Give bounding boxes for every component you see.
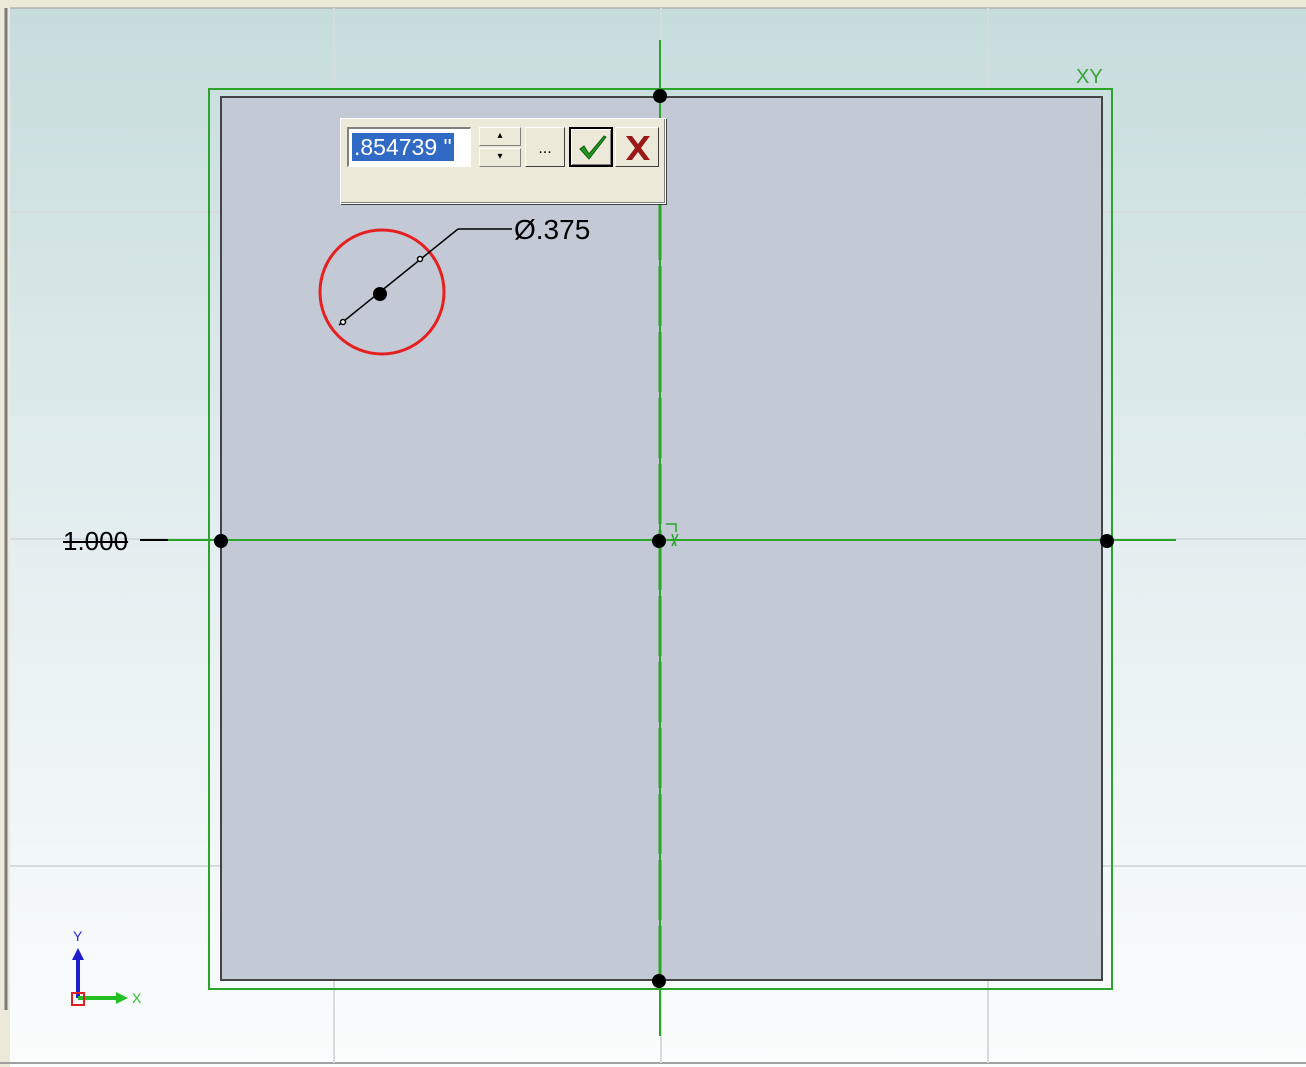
more-options-button[interactable]: ... (525, 127, 565, 167)
horizontal-dimension[interactable]: 1.000 (63, 526, 128, 557)
point-bottom-mid (652, 974, 666, 988)
point-top-mid (653, 89, 667, 103)
point-center (652, 534, 666, 548)
hole-center-point[interactable] (373, 287, 387, 301)
sketch-viewport[interactable]: XY Ø.375 1.000 Y X .854739 " ▴ ▾ ... (0, 0, 1306, 1067)
diameter-dimension[interactable]: Ø.375 (514, 214, 590, 246)
triad-y-label: Y (73, 928, 83, 944)
dimension-edit-box: .854739 " ▴ ▾ ... (340, 118, 666, 204)
dimension-value-field[interactable]: .854739 " (347, 127, 471, 167)
spin-down-button[interactable]: ▾ (479, 148, 521, 167)
spin-up-button[interactable]: ▴ (479, 127, 521, 146)
check-icon (579, 135, 607, 160)
dimension-spinner[interactable]: ▴ ▾ (479, 127, 521, 167)
dimension-value-text[interactable]: .854739 " (352, 133, 454, 161)
cancel-button[interactable] (615, 127, 659, 167)
sketch-plane-label: XY (1076, 66, 1103, 88)
x-icon (626, 136, 650, 160)
window-top-edge (0, 0, 1306, 8)
point-left-mid (214, 534, 228, 548)
confirm-button[interactable] (569, 127, 613, 167)
point-right-mid (1100, 534, 1114, 548)
triad-x-label: X (132, 990, 142, 1006)
